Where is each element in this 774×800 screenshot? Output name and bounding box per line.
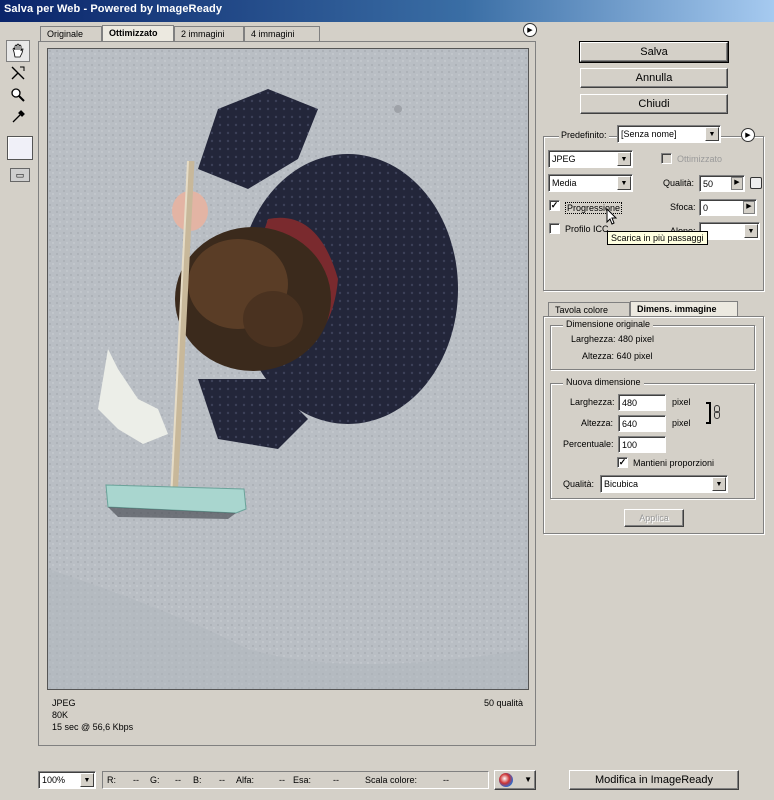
- blur-value: 0: [703, 203, 709, 213]
- quality-level-value: Media: [552, 178, 577, 188]
- toolbox: ▭: [6, 40, 36, 182]
- constrain-proportions-label: Mantieni proporzioni: [633, 458, 715, 468]
- close-button[interactable]: Chiudi: [580, 94, 728, 114]
- cancel-button[interactable]: Annulla: [580, 68, 728, 88]
- width-unit: pixel: [672, 397, 691, 407]
- icc-profile-checkbox[interactable]: [549, 223, 560, 234]
- blur-input[interactable]: 0 ▶: [699, 199, 757, 216]
- browser-preview-button[interactable]: ▼: [494, 770, 536, 790]
- chevron-down-icon: ▼: [617, 176, 631, 190]
- g-label: G:: [150, 775, 160, 785]
- tab-2-up[interactable]: 2 immagini: [174, 26, 244, 41]
- zoom-select[interactable]: 100% ▼: [38, 771, 96, 789]
- preview-panel: JPEG 80K 15 sec @ 56,6 Kbps 50 qualità: [38, 41, 536, 746]
- save-button[interactable]: Salva: [579, 41, 729, 63]
- slice-select-icon[interactable]: [6, 62, 30, 84]
- link-bracket: [706, 402, 711, 424]
- hand-icon[interactable]: [6, 40, 30, 62]
- matte-select[interactable]: ▼: [699, 222, 760, 240]
- apply-button[interactable]: Applica: [624, 509, 684, 527]
- color-index-label: Scala colore:: [365, 775, 418, 785]
- edit-in-imageready-button[interactable]: Modifica in ImageReady: [569, 770, 739, 790]
- new-width-label: Larghezza:: [570, 397, 615, 407]
- format-value: JPEG: [552, 154, 576, 164]
- original-size-group: [550, 325, 755, 370]
- chevron-down-icon: ▼: [617, 152, 631, 166]
- tab-color-table[interactable]: Tavola colore: [548, 302, 630, 317]
- hex-value: --: [333, 775, 339, 785]
- info-size: 80K: [52, 710, 69, 720]
- eyedropper-color-swatch[interactable]: [7, 136, 33, 160]
- icc-profile-label: Profilo ICC: [565, 224, 609, 234]
- preview-image[interactable]: [47, 48, 529, 690]
- b-value: --: [219, 775, 225, 785]
- tab-optimized[interactable]: Ottimizzato: [102, 25, 174, 41]
- browser-preview-icon: [499, 773, 513, 787]
- quality-label: Qualità:: [663, 178, 695, 188]
- percent-label: Percentuale:: [563, 439, 614, 449]
- new-width-input[interactable]: 480: [618, 394, 666, 411]
- alpha-value: --: [279, 775, 285, 785]
- hex-label: Esa:: [293, 775, 312, 785]
- zoom-value: 100%: [42, 775, 66, 785]
- constrain-proportions-checkbox[interactable]: ✓: [617, 457, 628, 468]
- color-readout-bar: R: -- G: -- B: -- Alfa: -- Esa: -- Scala…: [102, 771, 489, 789]
- new-height-input[interactable]: 640: [618, 415, 666, 432]
- r-label: R:: [107, 775, 116, 785]
- color-index-value: --: [443, 775, 449, 785]
- r-value: --: [133, 775, 139, 785]
- info-quality: 50 qualità: [483, 698, 523, 708]
- chevron-right-icon[interactable]: ▶: [731, 177, 743, 190]
- chevron-down-icon: ▼: [712, 477, 726, 491]
- resample-quality-value: Bicubica: [604, 479, 639, 489]
- quality-level-select[interactable]: Media ▼: [548, 174, 633, 192]
- chevron-down-icon: ▼: [80, 773, 94, 787]
- info-download-time: 15 sec @ 56,6 Kbps: [52, 722, 134, 732]
- new-height-label: Altezza:: [581, 418, 614, 428]
- preset-value: [Senza nome]: [621, 129, 677, 139]
- chevron-down-icon: ▼: [524, 775, 532, 784]
- percent-input[interactable]: 100: [618, 436, 666, 453]
- tooltip: Scarica in più passaggi: [607, 231, 708, 245]
- zoom-icon[interactable]: [6, 84, 30, 106]
- resample-quality-select[interactable]: Bicubica ▼: [600, 475, 728, 493]
- tab-4-up[interactable]: 4 immagini: [244, 26, 320, 41]
- resample-quality-label: Qualità:: [563, 479, 595, 489]
- quality-mask-icon[interactable]: [750, 177, 762, 189]
- optimized-label: Ottimizzato: [677, 154, 723, 164]
- original-size-legend: Dimensione originale: [563, 319, 654, 329]
- new-height-value: 640: [622, 419, 638, 429]
- eyedropper-icon[interactable]: [6, 106, 30, 128]
- slice-visibility-icon[interactable]: ▭: [10, 168, 30, 182]
- tab-image-size[interactable]: Dimens. immagine: [630, 301, 738, 317]
- progressive-checkbox[interactable]: ✓: [549, 200, 560, 211]
- link-chain-icon: [714, 405, 720, 419]
- tab-original[interactable]: Originale: [40, 26, 102, 41]
- format-select[interactable]: JPEG ▼: [548, 150, 633, 168]
- original-width: Larghezza: 480 pixel: [571, 334, 655, 344]
- new-size-legend: Nuova dimensione: [563, 377, 644, 387]
- chevron-down-icon: ▼: [744, 224, 758, 238]
- window-title: Salva per Web - Powered by ImageReady: [0, 0, 774, 22]
- height-unit: pixel: [672, 418, 691, 428]
- chevron-down-icon: ▼: [705, 127, 719, 141]
- mouse-cursor-icon: [606, 208, 618, 225]
- g-value: --: [175, 775, 181, 785]
- quality-value: 50: [703, 179, 714, 189]
- alpha-label: Alfa:: [236, 775, 255, 785]
- quality-input[interactable]: 50 ▶: [699, 175, 745, 192]
- b-label: B:: [193, 775, 202, 785]
- blur-label: Sfoca:: [670, 202, 696, 212]
- preview-menu-icon[interactable]: ▶: [523, 23, 537, 37]
- preset-select[interactable]: [Senza nome] ▼: [617, 125, 721, 143]
- preset-label: Predefinito:: [559, 130, 609, 140]
- new-width-value: 480: [622, 398, 638, 408]
- original-height: Altezza: 640 pixel: [582, 351, 653, 361]
- settings-menu-icon[interactable]: ▶: [741, 128, 755, 142]
- optimized-checkbox[interactable]: [661, 153, 672, 164]
- info-format: JPEG: [52, 698, 76, 708]
- chevron-right-icon[interactable]: ▶: [743, 201, 755, 214]
- percent-value: 100: [622, 440, 638, 450]
